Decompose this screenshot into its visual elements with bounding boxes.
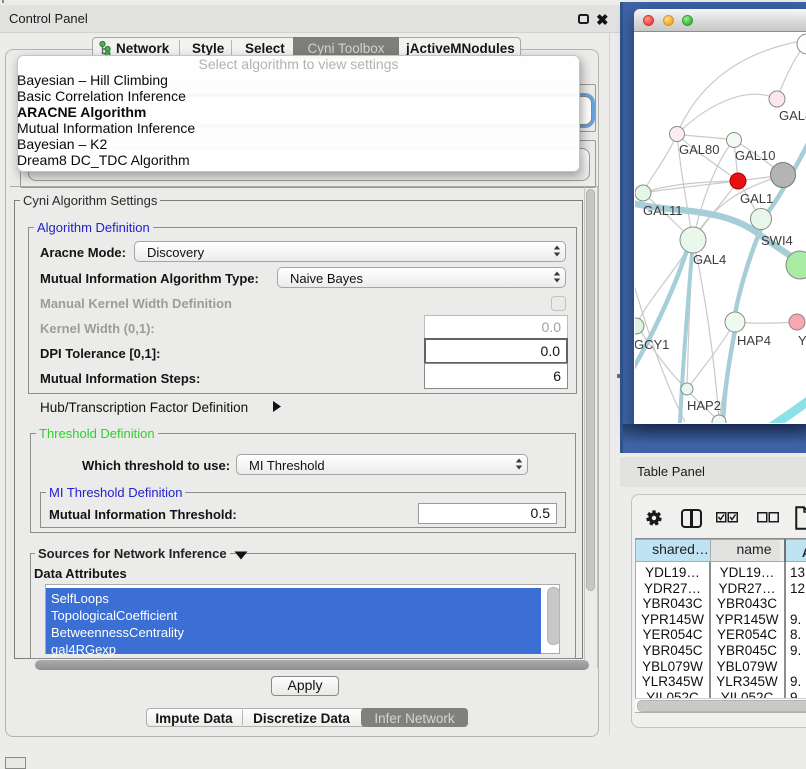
svg-text:SWI4: SWI4 xyxy=(761,233,793,248)
svg-text:GAL10: GAL10 xyxy=(735,148,775,163)
svg-text:GAL8: GAL8 xyxy=(779,108,806,123)
svg-text:GAL4: GAL4 xyxy=(693,252,726,267)
svg-text:GAL80: GAL80 xyxy=(679,142,719,157)
svg-text:GAL1: GAL1 xyxy=(740,191,773,206)
svg-text:HAP2: HAP2 xyxy=(687,398,721,413)
svg-text:HAP4: HAP4 xyxy=(737,333,771,348)
svg-text:GCY1: GCY1 xyxy=(635,337,669,352)
svg-text:Y: Y xyxy=(798,333,806,348)
svg-text:GAL11: GAL11 xyxy=(643,203,683,218)
